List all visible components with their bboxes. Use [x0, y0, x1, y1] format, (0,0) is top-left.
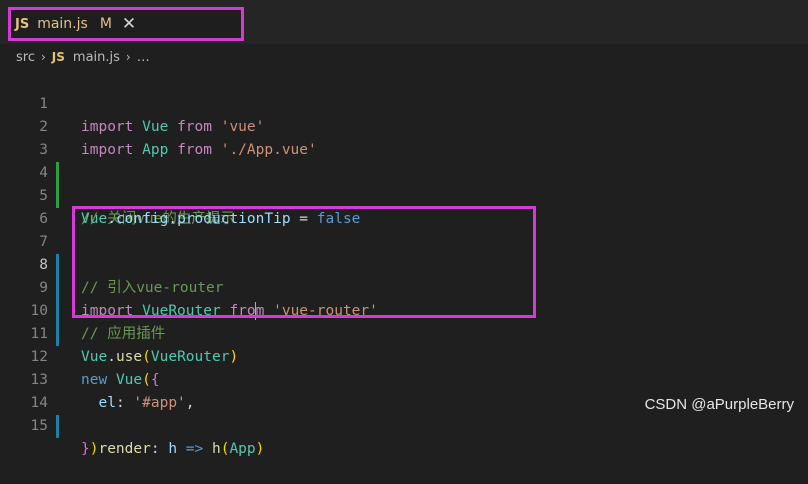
bracket: (: [220, 441, 230, 457]
bracket: }: [81, 441, 90, 457]
code-line: 13 el: '#app',: [0, 346, 808, 411]
punctuation: :: [150, 441, 169, 457]
tab-bar: JS main.js M ✕: [0, 0, 808, 44]
watermark: CSDN @aPurpleBerry: [644, 396, 794, 413]
breadcrumb-file[interactable]: main.js: [73, 50, 120, 65]
code-line: 14 render: h => h(App): [0, 369, 808, 457]
code-line: 2 import App from './App.vue': [0, 93, 808, 158]
arrow-operator: =>: [177, 441, 212, 457]
code-line: 12 new Vue({: [0, 323, 808, 388]
git-modified-marker: [56, 415, 59, 438]
breadcrumb-folder-src[interactable]: src: [16, 50, 35, 65]
highlight-annotation-box: [72, 206, 536, 318]
parameter: h: [168, 441, 178, 457]
code-line: 5 Vue.config.productionTip = false: [0, 162, 808, 227]
chevron-right-icon: ›: [125, 50, 131, 64]
bracket: ): [255, 441, 265, 457]
identifier: App: [229, 441, 256, 457]
code-line: 1 import Vue from 'vue': [0, 70, 808, 135]
chevron-right-icon: ›: [40, 50, 46, 64]
code-line: 3: [0, 116, 808, 185]
function-name: h: [211, 441, 221, 457]
tab-main-js[interactable]: JS main.js M ✕: [8, 7, 244, 41]
close-icon[interactable]: ✕: [122, 15, 136, 33]
tab-title: main.js: [37, 16, 88, 32]
code-editor[interactable]: 1 import Vue from 'vue' 2 import App fro…: [0, 70, 808, 457]
property: render: [98, 441, 151, 457]
code-line: 6: [0, 185, 808, 227]
bracket: ): [89, 441, 99, 457]
modified-indicator: M: [99, 16, 112, 32]
breadcrumb: src › JS main.js › …: [0, 44, 808, 70]
breadcrumb-more[interactable]: …: [137, 50, 150, 65]
line-number: 15: [30, 418, 48, 434]
javascript-file-icon: JS: [51, 50, 65, 64]
javascript-file-icon: JS: [15, 16, 30, 32]
code-line: 4 // 关闭vue的生产提示: [0, 139, 808, 227]
